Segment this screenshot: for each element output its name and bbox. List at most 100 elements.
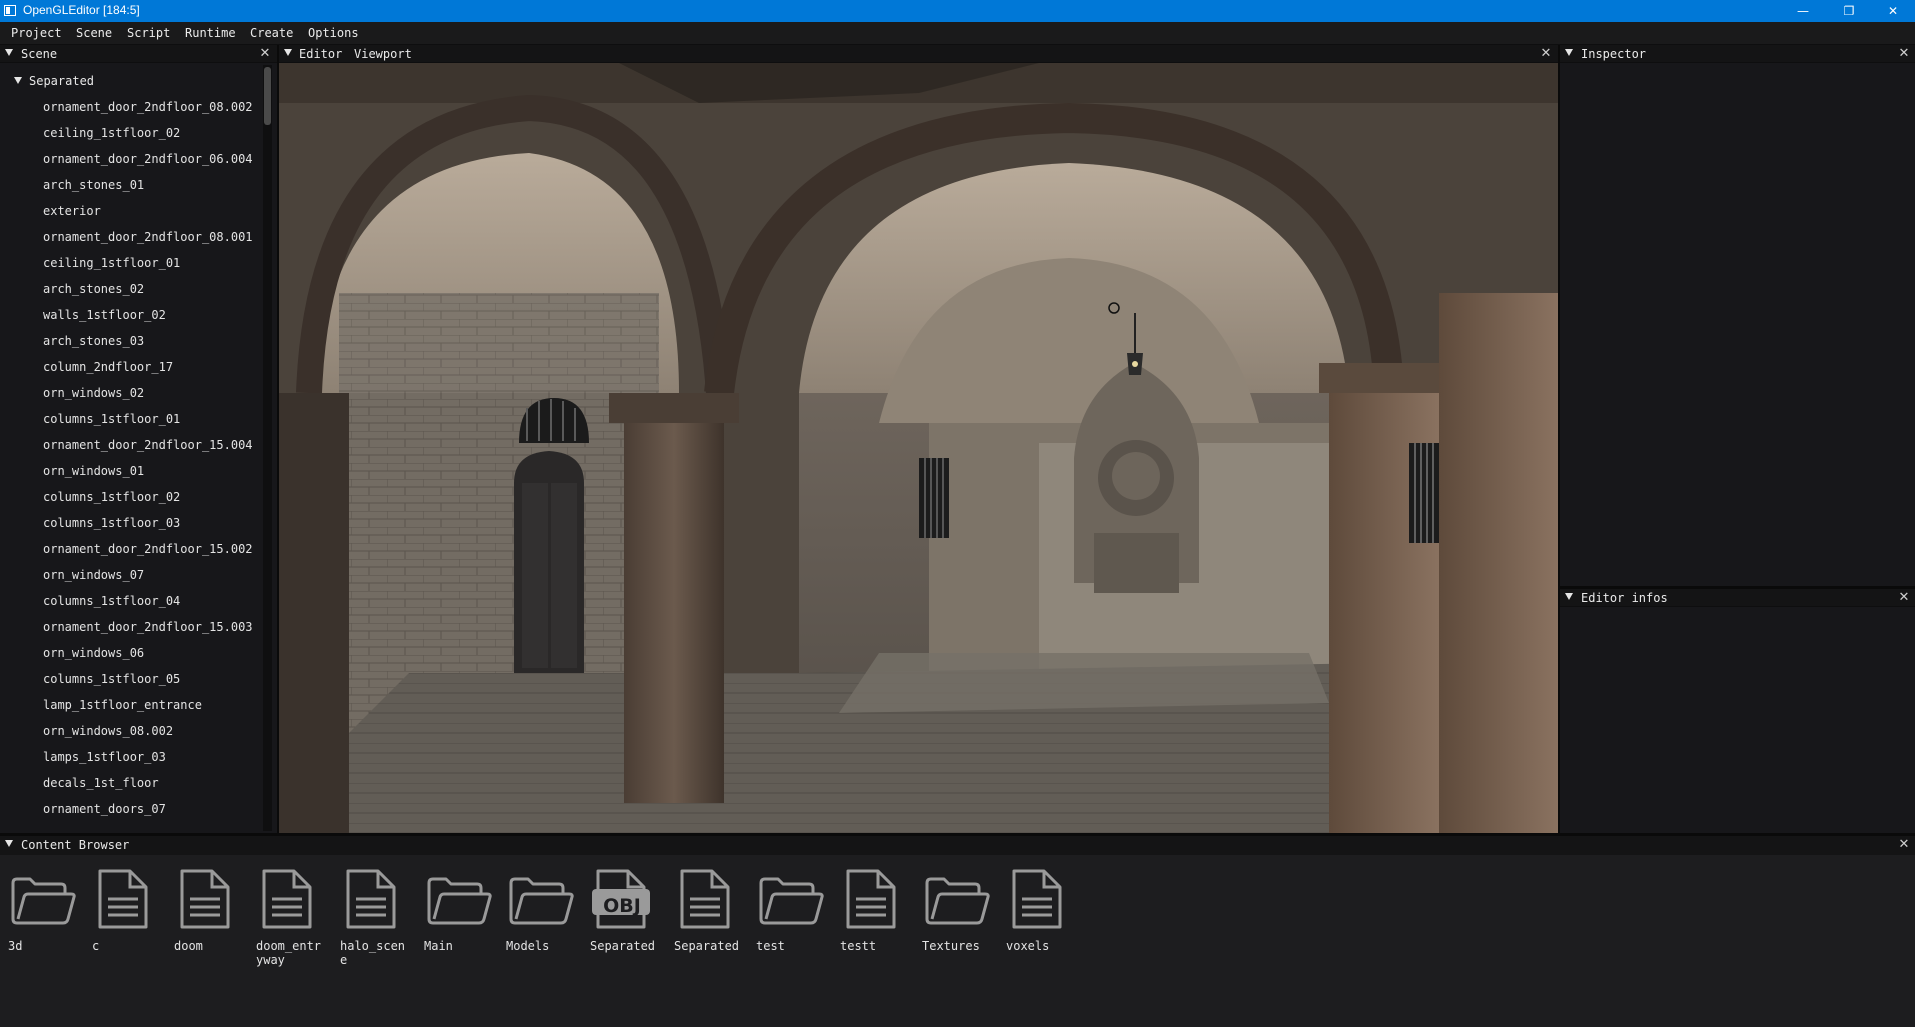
tree-item[interactable]: ornament_door_2ndfloor_06.004: [43, 152, 253, 178]
folder-icon: [427, 877, 492, 925]
tree-item[interactable]: columns_1stfloor_02: [43, 490, 253, 516]
asset-item-voxels[interactable]: voxels: [1006, 867, 1076, 953]
asset-name: Textures: [922, 939, 980, 953]
file-icon: [1012, 869, 1062, 929]
content-browser: 3d c doom doom_entryway halo_scene Main …: [0, 855, 1915, 1027]
obj-badge: OBJ: [603, 895, 641, 917]
close-window-button[interactable]: ✕: [1871, 0, 1915, 22]
close-icon[interactable]: ✕: [1897, 45, 1911, 62]
minimize-button[interactable]: —: [1781, 0, 1825, 22]
tree-item[interactable]: orn_windows_01: [43, 464, 253, 490]
folder-icon: [925, 877, 990, 925]
editor-panel-title: Editor: [299, 47, 343, 61]
tree-item[interactable]: columns_1stfloor_04: [43, 594, 253, 620]
asset-name: Separated: [590, 939, 656, 953]
asset-name: halo_scene: [340, 939, 406, 967]
asset-name: Main: [424, 939, 453, 953]
asset-name: Separated: [674, 939, 740, 953]
tree-item[interactable]: column_2ndfloor_17: [43, 360, 253, 386]
asset-item-doom[interactable]: doom: [174, 867, 244, 953]
file-icon: [346, 869, 396, 929]
collapse-arrow-icon[interactable]: [1565, 593, 1573, 600]
tree-item[interactable]: arch_stones_01: [43, 178, 253, 204]
asset-item-3d[interactable]: 3d: [8, 867, 78, 953]
tree-item[interactable]: exterior: [43, 204, 253, 230]
asset-name: c: [92, 939, 100, 953]
maximize-button[interactable]: ❐: [1827, 0, 1871, 22]
inspector-panel-header[interactable]: Inspector ✕: [1560, 45, 1915, 62]
tree-item[interactable]: ornament_doors_07: [43, 802, 253, 828]
editor-panel-header[interactable]: Editor Viewport ✕: [279, 45, 1558, 62]
title-bar: OpenGLEditor [184:5] — ❐ ✕: [0, 0, 1915, 22]
close-icon[interactable]: ✕: [258, 45, 272, 62]
collapse-arrow-icon[interactable]: [1565, 49, 1573, 56]
tree-item[interactable]: orn_windows_07: [43, 568, 253, 594]
asset-item-textures[interactable]: Textures: [922, 867, 992, 953]
asset-item-separated-obj[interactable]: OBJ Separated: [590, 867, 660, 953]
scene-panel-title: Scene: [21, 47, 58, 61]
asset-item-halo-scene[interactable]: halo_scene: [340, 867, 410, 967]
asset-item-separated[interactable]: Separated: [674, 867, 744, 953]
scene-panel-header[interactable]: Scene ✕: [0, 45, 277, 62]
app-icon: [4, 5, 16, 16]
scrollbar-thumb[interactable]: [264, 67, 271, 125]
tree-item[interactable]: lamps_1stfloor_03: [43, 750, 253, 776]
tree-item[interactable]: ornament_door_2ndfloor_15.002: [43, 542, 253, 568]
editor-infos-panel: [1560, 607, 1915, 833]
tree-item[interactable]: arch_stones_02: [43, 282, 253, 308]
tree-item[interactable]: ceiling_1stfloor_01: [43, 256, 253, 282]
tree-item[interactable]: decals_1st_floor: [43, 776, 253, 802]
folder-icon: [11, 877, 76, 925]
asset-item-doom-entryway[interactable]: doom_entryway: [256, 867, 326, 967]
tree-item[interactable]: orn_windows_02: [43, 386, 253, 412]
asset-name: test: [756, 939, 785, 953]
tree-item[interactable]: ornament_door_2ndfloor_15.004: [43, 438, 253, 464]
menu-project[interactable]: Project: [11, 26, 62, 40]
menu-create[interactable]: Create: [250, 26, 293, 40]
asset-name: Models: [506, 939, 550, 953]
asset-item-main[interactable]: Main: [424, 867, 494, 953]
asset-item-models[interactable]: Models: [506, 867, 576, 953]
close-icon[interactable]: ✕: [1897, 589, 1911, 606]
collapse-arrow-icon[interactable]: [284, 49, 292, 56]
file-icon: [680, 869, 730, 929]
tree-root-label: Separated: [29, 74, 95, 88]
folder-icon: [759, 877, 824, 925]
infos-panel-title: Editor infos: [1581, 591, 1668, 605]
tree-item[interactable]: ornament_door_2ndfloor_08.001: [43, 230, 253, 256]
asset-item-test[interactable]: test: [756, 867, 826, 953]
menu-options[interactable]: Options: [308, 26, 359, 40]
tree-item[interactable]: orn_windows_06: [43, 646, 253, 672]
editor-viewport[interactable]: [279, 63, 1558, 833]
content-browser-header[interactable]: Content Browser ✕: [0, 836, 1915, 855]
tree-item[interactable]: ceiling_1stfloor_02: [43, 126, 253, 152]
file-icon: [180, 869, 230, 929]
scene-scrollbar[interactable]: [263, 65, 272, 831]
collapse-arrow-icon[interactable]: [5, 840, 13, 847]
tree-item[interactable]: orn_windows_08.002: [43, 724, 253, 750]
tree-item[interactable]: arch_stones_03: [43, 334, 253, 360]
folder-icon: [509, 877, 574, 925]
tab-viewport[interactable]: Viewport: [354, 47, 412, 61]
asset-item-c[interactable]: c: [92, 867, 162, 953]
menu-scene[interactable]: Scene: [76, 26, 112, 40]
close-icon[interactable]: ✕: [1539, 45, 1553, 62]
collapse-arrow-icon[interactable]: [5, 49, 13, 56]
tree-item[interactable]: columns_1stfloor_03: [43, 516, 253, 542]
asset-item-testt[interactable]: testt: [840, 867, 910, 953]
menu-runtime[interactable]: Runtime: [185, 26, 236, 40]
file-icon: [262, 869, 312, 929]
tree-item[interactable]: columns_1stfloor_05: [43, 672, 253, 698]
menu-bar: Project Scene Script Runtime Create Opti…: [0, 22, 1915, 44]
tree-item[interactable]: ornament_door_2ndfloor_15.003: [43, 620, 253, 646]
scene-panel: Separated ornament_door_2ndfloor_08.002 …: [0, 63, 277, 833]
tree-item[interactable]: columns_1stfloor_01: [43, 412, 253, 438]
menu-script[interactable]: Script: [127, 26, 170, 40]
tree-item[interactable]: walls_1stfloor_02: [43, 308, 253, 334]
tree-item[interactable]: lamp_1stfloor_entrance: [43, 698, 253, 724]
infos-panel-header[interactable]: Editor infos ✕: [1560, 589, 1915, 606]
expand-arrow-icon[interactable]: [14, 77, 22, 84]
close-icon[interactable]: ✕: [1897, 836, 1911, 853]
tree-item[interactable]: ornament_door_2ndfloor_08.002: [43, 100, 253, 126]
viewport-render: [279, 63, 1558, 833]
